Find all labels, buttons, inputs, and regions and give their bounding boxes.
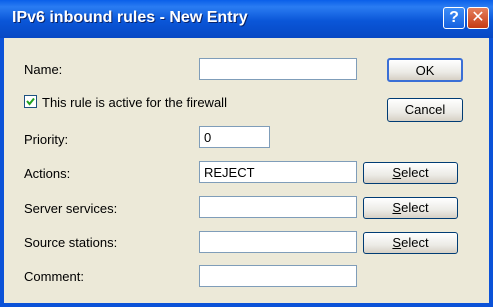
source-stations-label: Source stations: [24, 235, 118, 250]
select-label: elect [401, 165, 429, 180]
select-mnemonic: S [392, 165, 402, 180]
select-mnemonic: S [392, 200, 402, 215]
dialog-body: Name: This rule is active for the firewa… [4, 38, 489, 303]
checkmark-icon [26, 97, 35, 106]
active-checkbox-label: This rule is active for the firewall [42, 95, 227, 110]
server-services-field[interactable] [199, 196, 357, 218]
close-icon[interactable]: ✕ [467, 7, 489, 29]
ok-button[interactable]: OK [387, 58, 463, 82]
comment-label: Comment: [24, 269, 84, 284]
actions-select-button[interactable]: Select [363, 162, 458, 184]
active-checkbox[interactable] [24, 95, 37, 108]
select-mnemonic: S [392, 235, 402, 250]
actions-field[interactable] [199, 161, 357, 183]
actions-label: Actions: [24, 166, 71, 181]
comment-field[interactable] [199, 265, 357, 287]
dialog-window: IPv6 inbound rules - New Entry ? ✕ Name:… [0, 0, 493, 307]
server-services-label: Server services: [24, 201, 118, 216]
title-bar[interactable]: IPv6 inbound rules - New Entry ? ✕ [0, 0, 493, 38]
server-services-select-button[interactable]: Select [363, 197, 458, 219]
priority-field[interactable] [199, 126, 270, 148]
help-icon[interactable]: ? [443, 7, 465, 29]
select-label: elect [401, 200, 429, 215]
name-label: Name: [24, 62, 63, 77]
name-field[interactable] [199, 58, 357, 80]
cancel-button[interactable]: Cancel [387, 98, 463, 122]
priority-label: Priority: [24, 132, 69, 147]
select-label: elect [401, 235, 429, 250]
source-stations-field[interactable] [199, 231, 357, 253]
window-title: IPv6 inbound rules - New Entry [12, 9, 248, 26]
source-stations-select-button[interactable]: Select [363, 232, 458, 254]
